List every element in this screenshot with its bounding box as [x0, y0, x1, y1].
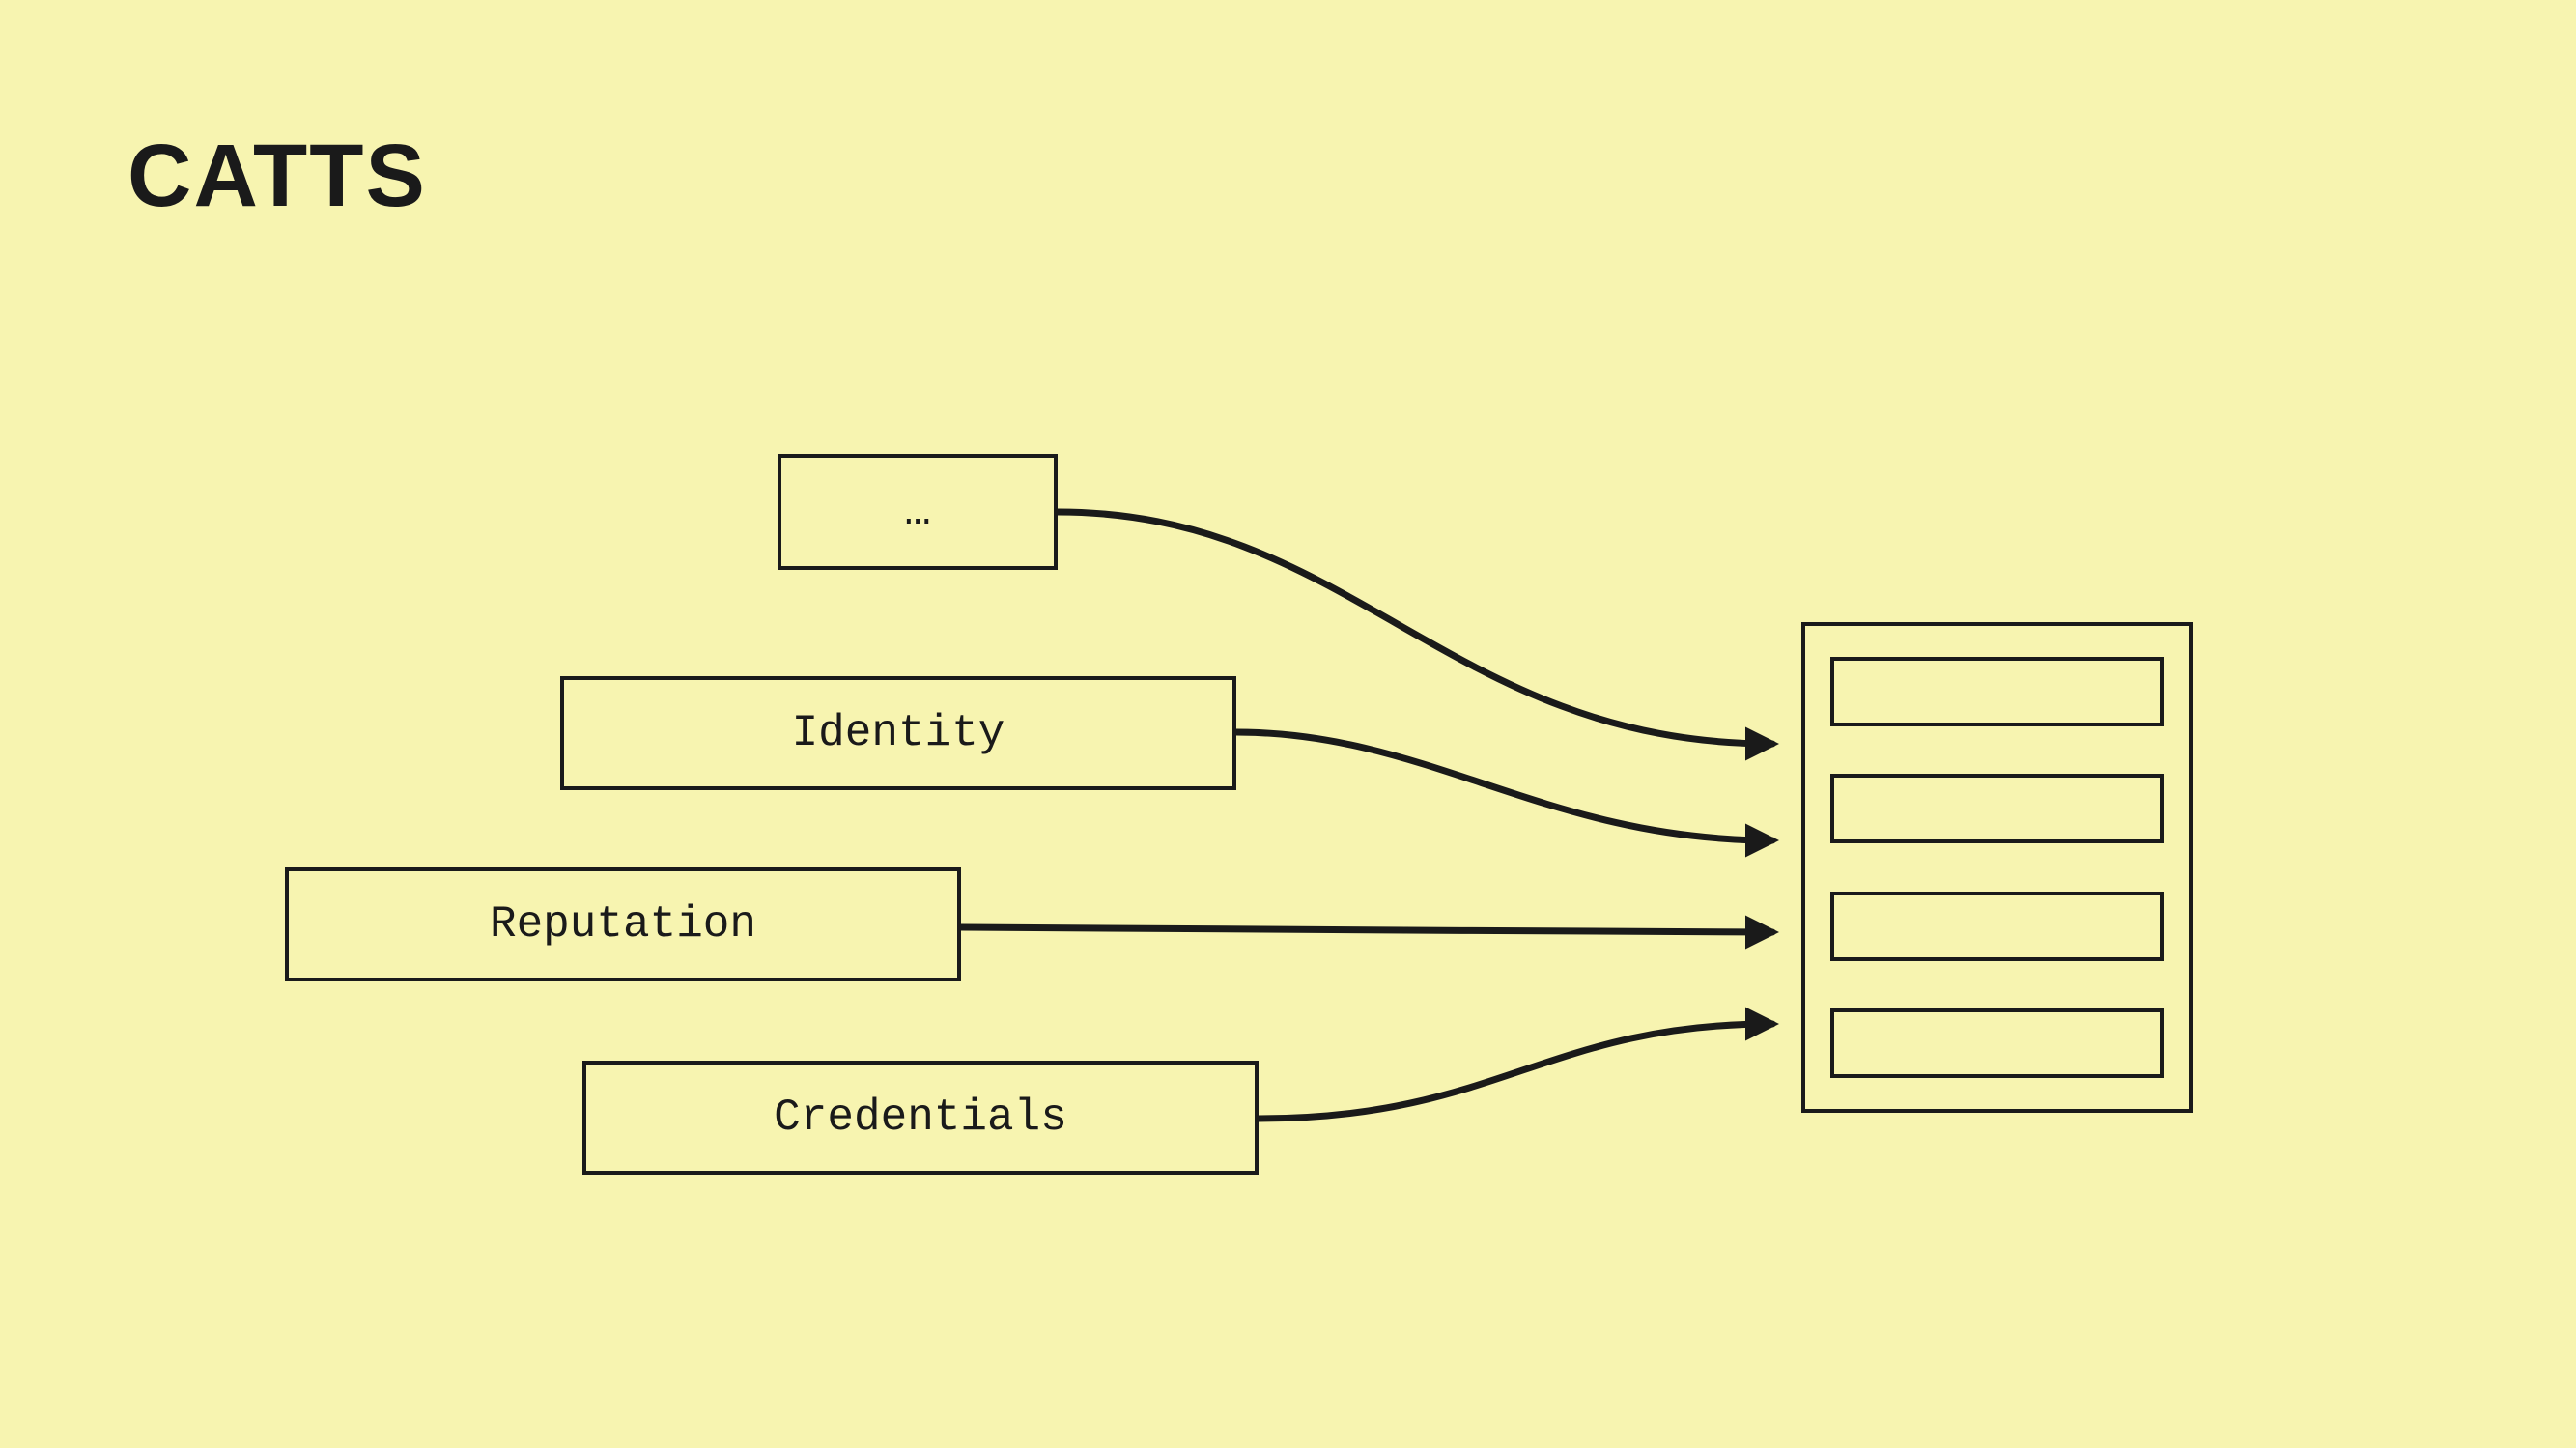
- arrow-identity: [1236, 732, 1772, 840]
- source-box-ellipsis: …: [778, 454, 1058, 570]
- source-box-identity: Identity: [560, 676, 1236, 790]
- target-slot: [1830, 657, 2164, 726]
- target-slot: [1830, 1008, 2164, 1078]
- source-box-credentials: Credentials: [582, 1061, 1259, 1175]
- target-container: [1801, 622, 2193, 1113]
- source-box-reputation: Reputation: [285, 867, 961, 981]
- source-label: …: [904, 487, 931, 537]
- arrow-reputation: [961, 927, 1772, 932]
- arrow-credentials: [1259, 1024, 1772, 1119]
- source-label: Reputation: [490, 899, 756, 950]
- source-label: Identity: [792, 708, 1005, 758]
- source-label: Credentials: [774, 1093, 1067, 1143]
- diagram-title: CATTS: [127, 126, 427, 227]
- target-slot: [1830, 774, 2164, 843]
- target-slot: [1830, 892, 2164, 961]
